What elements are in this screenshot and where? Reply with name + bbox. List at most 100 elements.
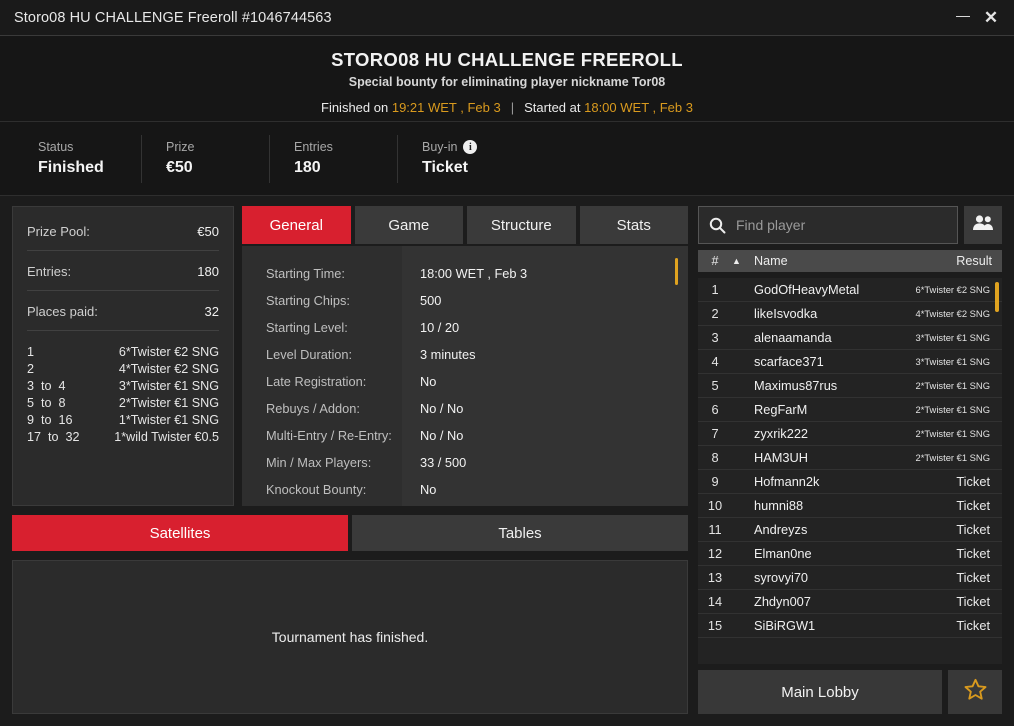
table-row[interactable]: 3 alenaamanda 3*Twister €1 SNG [698, 326, 1002, 350]
player-result: 2*Twister €1 SNG [915, 380, 990, 391]
tournament-lobby-window: Storo08 HU CHALLENGE Freeroll #104674456… [0, 0, 1014, 726]
footer-row: Main Lobby [698, 670, 1002, 714]
info-icon[interactable]: i [463, 140, 478, 154]
payout-position: 17 to 32 [27, 429, 80, 444]
tab-stats[interactable]: Stats [579, 206, 688, 244]
info-value: No / No [420, 401, 464, 416]
payout-position: 5 to 8 [27, 395, 66, 410]
table-row[interactable]: 12 Elman0ne Ticket [698, 542, 1002, 566]
player-rank: 1 [711, 282, 719, 297]
upper-section: Prize Pool: €50 Entries: 180 Places paid… [12, 206, 688, 506]
payout-item: 17 to 32 1*wild Twister €0.5 [27, 428, 219, 445]
favorite-button[interactable] [948, 670, 1002, 714]
sort-ascending-icon[interactable]: ▲ [732, 256, 748, 266]
tab-tables[interactable]: Tables [352, 515, 688, 551]
player-rank: 12 [707, 546, 723, 561]
payout-position: 3 to 4 [27, 378, 66, 393]
table-row[interactable]: 11 Andreyzs Ticket [698, 518, 1002, 542]
stat-buyin: Buy-in i Ticket [398, 135, 526, 183]
info-label: Late Registration: [266, 374, 367, 389]
player-rank: 15 [707, 618, 723, 633]
table-row[interactable]: 15 SiBiRGW1 Ticket [698, 614, 1002, 638]
info-label: Knockout Bounty: [266, 482, 367, 497]
minimize-button[interactable]: — [950, 4, 976, 32]
table-row[interactable]: 2 likeIsvodka 4*Twister €2 SNG [698, 302, 1002, 326]
table-row[interactable]: 4 scarface371 3*Twister €1 SNG [698, 350, 1002, 374]
player-list[interactable]: 1 GodOfHeavyMetal 6*Twister €2 SNG 2 lik… [698, 278, 1002, 664]
general-info-values: 18:00 WET , Feb 3 500 10 / 20 3 minutes … [402, 246, 688, 506]
right-column: # ▲ Name Result 1 GodOfHeavyMetal 6*Twis… [698, 206, 1002, 714]
player-name: Elman0ne [754, 546, 812, 561]
info-panel-scrollbar[interactable] [675, 258, 678, 285]
column-header-name[interactable]: Name [748, 254, 956, 268]
player-name: zyxrik222 [754, 426, 809, 441]
player-name: RegFarM [754, 402, 808, 417]
table-row[interactable]: 8 HAM3UH 2*Twister €1 SNG [698, 446, 1002, 470]
stat-entries-label: Entries [294, 140, 333, 154]
info-tabs: General Game Structure Stats [242, 206, 688, 244]
tab-satellites[interactable]: Satellites [12, 515, 348, 551]
info-label: Starting Chips: [266, 293, 350, 308]
main-lobby-button[interactable]: Main Lobby [698, 670, 942, 714]
table-row[interactable]: 14 Zhdyn007 Ticket [698, 590, 1002, 614]
table-row[interactable]: 7 zyxrik222 2*Twister €1 SNG [698, 422, 1002, 446]
payout-prize: 6*Twister €2 SNG [118, 344, 219, 359]
stat-entries-value: 180 [294, 159, 321, 176]
payout-list: 1 6*Twister €2 SNG 2 4*Twister €2 SNG 3 … [27, 343, 219, 445]
tab-game[interactable]: Game [354, 206, 463, 244]
search-box[interactable] [698, 206, 958, 244]
table-row[interactable]: 1 GodOfHeavyMetal 6*Twister €2 SNG [698, 278, 1002, 302]
players-button[interactable] [964, 206, 1002, 244]
main-body: Prize Pool: €50 Entries: 180 Places paid… [0, 196, 1014, 726]
player-rank: 9 [711, 474, 719, 489]
table-row[interactable]: 13 syrovyi70 Ticket [698, 566, 1002, 590]
general-info-panel: Starting Time: Starting Chips: Starting … [242, 246, 688, 506]
payout-prize: 4*Twister €2 SNG [118, 361, 219, 376]
payout-prize: 3*Twister €1 SNG [118, 378, 219, 393]
player-list-scrollbar[interactable] [995, 282, 999, 312]
close-button[interactable]: ✕ [978, 4, 1004, 32]
stat-prize-value: €50 [166, 159, 193, 176]
payout-position: 1 [27, 344, 35, 359]
table-row[interactable]: 9 Hofmann2k Ticket [698, 470, 1002, 494]
player-name: HAM3UH [754, 450, 809, 465]
player-table-header: # ▲ Name Result [698, 250, 1002, 272]
info-label: Multi-Entry / Re-Entry: [266, 428, 392, 443]
player-result: 6*Twister €2 SNG [915, 284, 990, 295]
player-result: Ticket [956, 498, 990, 513]
search-input[interactable] [736, 217, 947, 233]
info-tabs-section: General Game Structure Stats Starting Ti… [242, 206, 688, 506]
player-name: humni88 [754, 498, 804, 513]
player-result: 2*Twister €1 SNG [915, 404, 990, 415]
info-value: 3 minutes [420, 347, 476, 362]
table-row[interactable]: 10 humni88 Ticket [698, 494, 1002, 518]
player-rank: 10 [707, 498, 723, 513]
player-rank: 14 [707, 594, 723, 609]
column-header-num[interactable]: # [698, 254, 732, 268]
window-controls: — ✕ [950, 4, 1004, 32]
player-name: Maximus87rus [754, 378, 838, 393]
search-row [698, 206, 1002, 244]
stats-strip: Status Finished Prize €50 Entries 180 Bu… [0, 122, 1014, 196]
started-label: Started at [524, 99, 581, 115]
table-row[interactable]: 5 Maximus87rus 2*Twister €1 SNG [698, 374, 1002, 398]
payout-item: 1 6*Twister €2 SNG [27, 343, 219, 360]
places-paid-row: Places paid: 32 [27, 301, 219, 331]
payout-prize: 1*Twister €1 SNG [118, 412, 219, 427]
prize-pool-label: Prize Pool: [27, 224, 90, 239]
payout-item: 2 4*Twister €2 SNG [27, 360, 219, 377]
table-row[interactable]: 6 RegFarM 2*Twister €1 SNG [698, 398, 1002, 422]
tab-general[interactable]: General [242, 206, 351, 244]
places-paid-label: Places paid: [27, 304, 98, 319]
player-name: Zhdyn007 [754, 594, 811, 609]
payout-prize: 1*wild Twister €0.5 [114, 429, 219, 444]
info-label: Min / Max Players: [266, 455, 372, 470]
payout-item: 5 to 8 2*Twister €1 SNG [27, 394, 219, 411]
payout-position: 9 to 16 [27, 412, 73, 427]
people-icon [972, 214, 994, 236]
player-rank: 4 [711, 354, 719, 369]
player-name: likeIsvodka [754, 306, 818, 321]
tournament-subtitle: Special bounty for eliminating player ni… [348, 74, 666, 89]
column-header-result[interactable]: Result [956, 254, 992, 268]
tab-structure[interactable]: Structure [467, 206, 576, 244]
